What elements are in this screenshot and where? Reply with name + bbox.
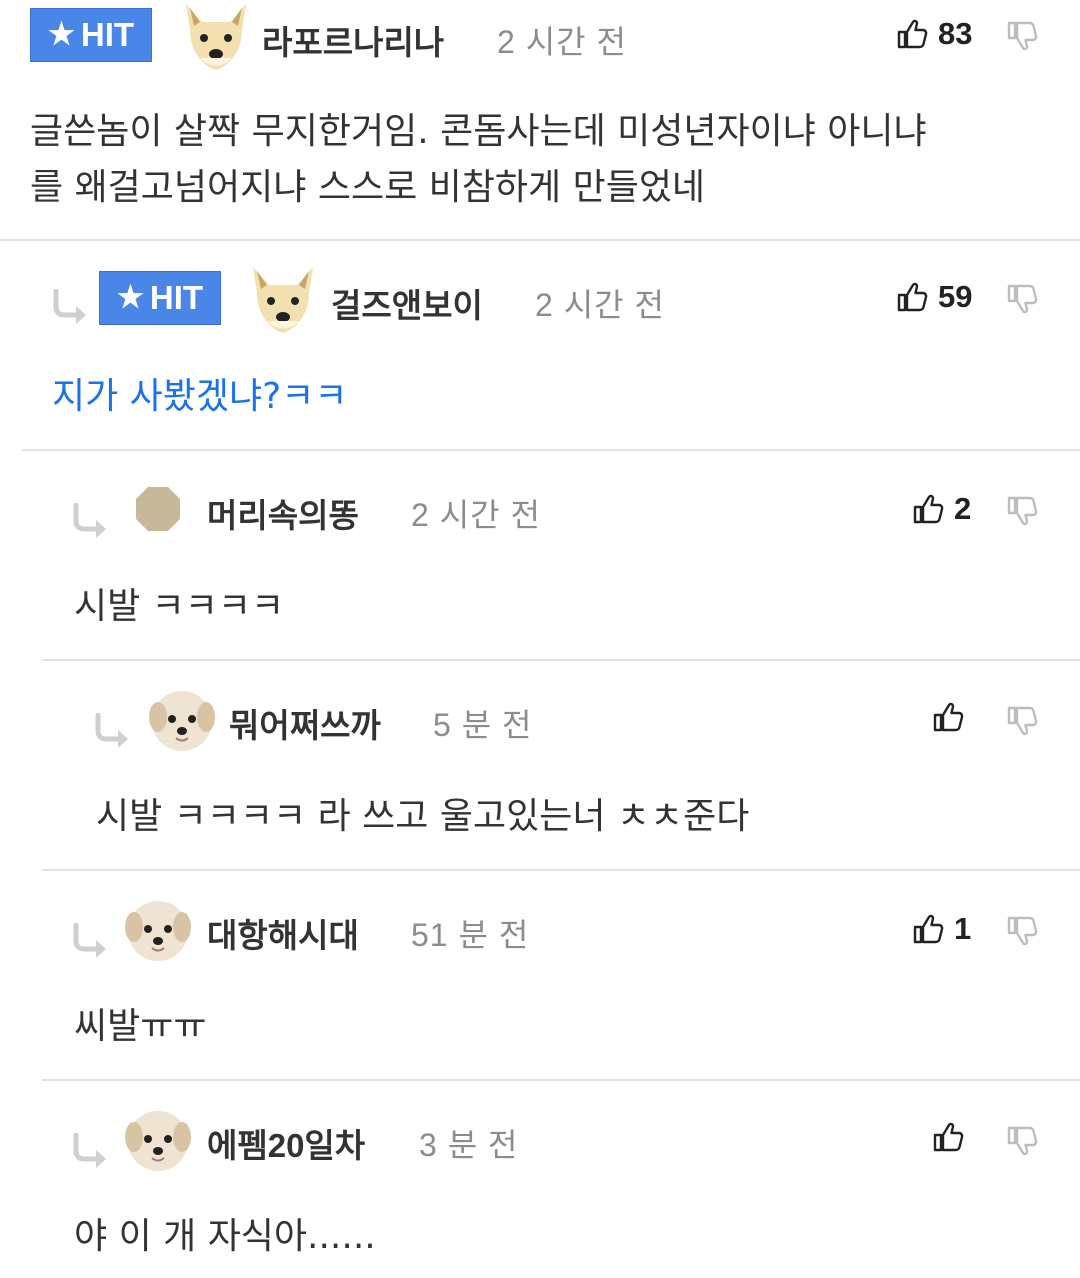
comment-text: 야 이 개 자식아...... — [74, 1209, 376, 1265]
comment: 뭐어쩌쓰까 5 분 전 시발 ㅋㅋㅋㅋ 라 쓰고 울고있는너 ㅊㅊ준다 — [0, 661, 1080, 871]
like-button[interactable] — [932, 1121, 964, 1153]
timestamp: 3 분 전 — [419, 1127, 519, 1163]
hit-label: HIT — [80, 16, 135, 53]
like-button[interactable]: 59 — [896, 279, 972, 315]
timestamp: 5 분 전 — [433, 707, 533, 743]
comment: ★ HIT 라포르나리나 2 시간 전 83 글쓴놈이 살짝 무지한거임. 콘돔… — [0, 0, 1080, 240]
like-count: 1 — [954, 911, 972, 946]
hit-label: HIT — [149, 279, 204, 316]
like-count: 83 — [938, 16, 973, 51]
comment-text-line: 시발 ㅋㅋㅋㅋ 라 쓰고 울고있는너 ㅊㅊ준다 — [96, 796, 750, 837]
comment-text: 시발 ㅋㅋㅋㅋ — [74, 579, 284, 635]
timestamp: 51 분 전 — [411, 917, 530, 953]
thumb-up-icon — [932, 1121, 964, 1153]
comment-text-line: 씨발ㅠㅠ — [74, 1006, 207, 1047]
reply-arrow-icon — [72, 1133, 112, 1169]
thumb-down-icon[interactable] — [1006, 495, 1038, 527]
reply-arrow-icon — [94, 713, 134, 749]
comment-text: 씨발ㅠㅠ — [74, 999, 206, 1055]
comment-text: 글쓴놈이 살짝 무지한거임. 콘돔사는데 미성년자이냐 아니냐 를 왜걸고넘어지… — [30, 104, 927, 216]
fox-avatar-icon[interactable] — [247, 263, 319, 335]
timestamp: 2 시간 전 — [535, 287, 665, 323]
thumb-down-icon[interactable] — [1006, 283, 1038, 315]
reply-arrow-icon — [72, 923, 112, 959]
comment-text: 지가 사봤겠냐?ㅋㅋ — [52, 369, 348, 425]
comment-text-line: 를 왜걸고넘어지냐 스스로 비참하게 만들었네 — [30, 167, 706, 208]
nickname[interactable]: 뭐어쩌쓰까 — [229, 699, 381, 747]
thumb-down-icon[interactable] — [1006, 915, 1038, 947]
comment-text: 시발 ㅋㅋㅋㅋ 라 쓰고 울고있는너 ㅊㅊ준다 — [96, 789, 749, 845]
like-count: 2 — [954, 491, 972, 526]
reply-arrow-icon — [72, 503, 112, 539]
thumb-down-icon[interactable] — [1006, 20, 1038, 52]
nickname[interactable]: 머리속의똥 — [207, 489, 359, 537]
hit-badge[interactable]: ★ HIT — [99, 271, 221, 325]
comment-text-line: 글쓴놈이 살짝 무지한거임. 콘돔사는데 미성년자이냐 아니냐 — [30, 111, 927, 152]
nickname[interactable]: 걸즈앤보이 — [331, 279, 483, 327]
thumb-down-icon[interactable] — [1006, 705, 1038, 737]
star-icon: ★ — [47, 18, 75, 51]
thumb-up-icon — [932, 701, 964, 733]
thumb-up-icon — [896, 281, 928, 313]
timestamp: 2 시간 전 — [497, 24, 627, 60]
comment: ★ HIT 걸즈앤보이 2 시간 전 59 지가 사봤겠냐?ㅋㅋ — [0, 241, 1080, 451]
nickname[interactable]: 라포르나리나 — [262, 16, 444, 64]
star-icon: ★ — [116, 281, 144, 314]
comment: 에펨20일차 3 분 전 야 이 개 자식아...... — [0, 1081, 1080, 1278]
thumb-up-icon — [912, 913, 944, 945]
like-button[interactable]: 2 — [912, 491, 971, 527]
fox-avatar-icon[interactable] — [180, 0, 252, 72]
default-avatar-icon[interactable] — [122, 473, 194, 545]
thumb-down-icon[interactable] — [1006, 1125, 1038, 1157]
timestamp: 2 시간 전 — [411, 497, 541, 533]
nickname[interactable]: 대항해시대 — [207, 909, 359, 957]
puppy-avatar-icon[interactable] — [146, 683, 218, 755]
like-count: 59 — [938, 279, 973, 314]
thumb-up-icon — [912, 493, 944, 525]
puppy-avatar-icon[interactable] — [122, 893, 194, 965]
comment-text-line: 지가 사봤겠냐?ㅋㅋ — [52, 376, 348, 417]
reply-arrow-icon — [52, 289, 92, 325]
hit-badge[interactable]: ★ HIT — [30, 8, 152, 62]
comment-text-line: 야 이 개 자식아...... — [74, 1216, 376, 1257]
like-button[interactable]: 1 — [912, 911, 971, 947]
like-button[interactable]: 83 — [896, 16, 972, 52]
comment: 대항해시대 51 분 전 1 씨발ㅠㅠ — [0, 871, 1080, 1081]
comment-text-line: 시발 ㅋㅋㅋㅋ — [74, 586, 285, 627]
puppy-avatar-icon[interactable] — [122, 1103, 194, 1175]
thumb-up-icon — [896, 18, 928, 50]
nickname[interactable]: 에펨20일차 — [207, 1119, 365, 1167]
comment: 머리속의똥 2 시간 전 2 시발 ㅋㅋㅋㅋ — [0, 451, 1080, 661]
like-button[interactable] — [932, 701, 964, 733]
